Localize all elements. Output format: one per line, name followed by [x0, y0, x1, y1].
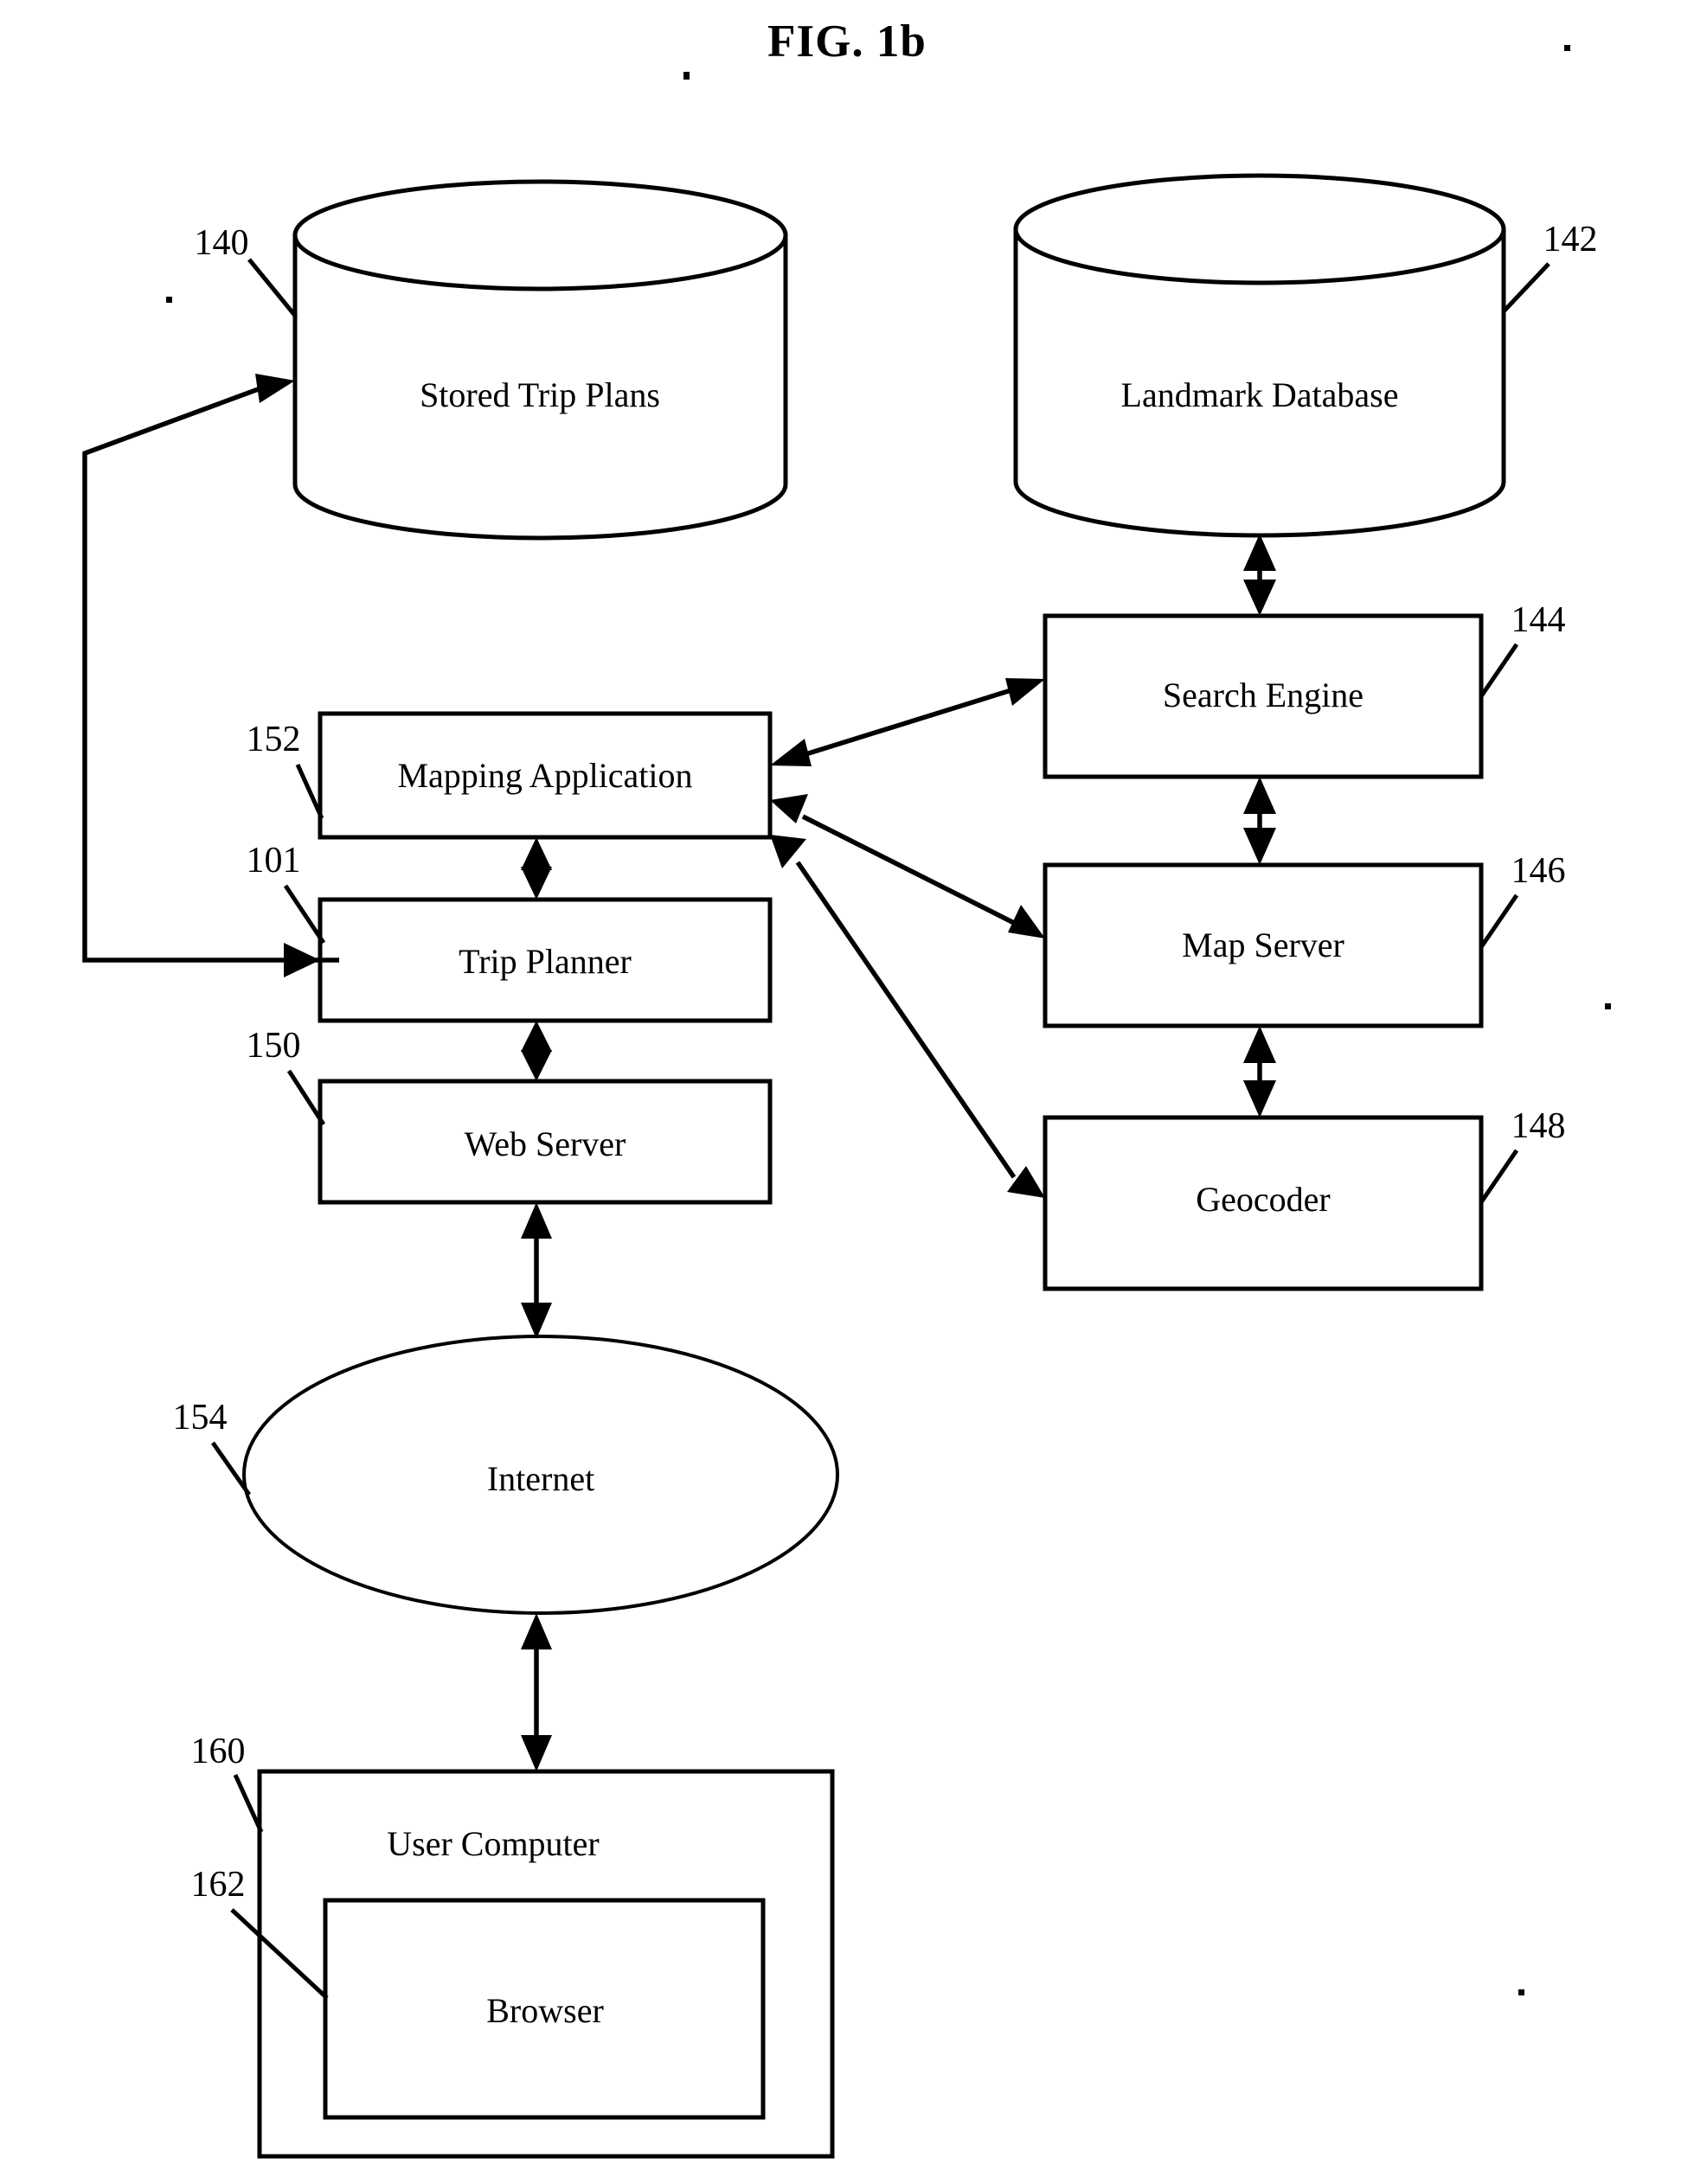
arrowhead-to-web-server [521, 1050, 552, 1081]
node-web-server[interactable]: Web Server [318, 1079, 773, 1205]
node-label-mapping-application: Mapping Application [397, 756, 692, 795]
arrowhead-to-search-engine-3 [1005, 678, 1045, 706]
arrowhead-to-mapping-application-2 [770, 794, 808, 823]
arrowhead-to-web-server-2 [521, 1202, 552, 1239]
node-label-landmark-database: Landmark Database [1121, 375, 1399, 414]
arrowhead-to-search-engine [1243, 580, 1276, 616]
arrowhead-to-mapping-application-1 [770, 739, 812, 766]
figure-title: FIG. 1b [767, 16, 927, 67]
arrowhead-to-trip-planner-3 [521, 1021, 552, 1052]
connector-mapping-application-trip-planner [521, 837, 552, 900]
scan-speck [1605, 1003, 1611, 1009]
node-trip-planner[interactable]: Trip Planner [318, 897, 773, 1023]
connector-search-engine-map-server [1243, 777, 1276, 865]
scan-speck [1564, 45, 1570, 51]
node-mapping-application[interactable]: Mapping Application [318, 711, 773, 840]
leader-line-144 [1479, 643, 1519, 698]
connector-internet-user-computer [521, 1613, 552, 1771]
arrowhead-to-search-engine-2 [1243, 777, 1276, 814]
connector-mapping-application-map-server [770, 794, 1045, 938]
arrowhead-to-geocoder-2 [1007, 1166, 1045, 1198]
arrowhead-to-landmark-database [1243, 534, 1276, 571]
arrowhead-to-internet [521, 1303, 552, 1339]
ref-number-154: 154 [173, 1398, 228, 1438]
arrowhead-to-stored-trip-plans [255, 374, 295, 403]
ref-number-146: 146 [1511, 851, 1566, 891]
connector-landmark-database-search-engine [1243, 534, 1276, 616]
scan-speck [1518, 1989, 1524, 1995]
node-label-web-server: Web Server [465, 1124, 626, 1163]
arrowhead-to-trip-planner [284, 943, 320, 977]
node-landmark-database[interactable]: Landmark Database [1013, 173, 1506, 538]
arrowhead-to-map-server-2 [1243, 1026, 1276, 1063]
arrowhead-to-map-server-3 [1008, 905, 1045, 938]
node-label-geocoder: Geocoder [1196, 1180, 1330, 1219]
arrowhead-to-internet-2 [521, 1613, 552, 1649]
scan-speck [166, 297, 172, 303]
leader-line-140 [247, 258, 298, 318]
leader-line-101 [283, 884, 326, 945]
node-map-server[interactable]: Map Server [1043, 862, 1484, 1028]
node-geocoder[interactable]: Geocoder [1043, 1115, 1484, 1291]
node-label-search-engine: Search Engine [1163, 676, 1364, 714]
node-label-stored-trip-plans: Stored Trip Plans [420, 375, 660, 414]
ref-number-162: 162 [191, 1865, 246, 1905]
ref-number-150: 150 [247, 1026, 301, 1066]
arrowhead-to-trip-planner-2 [521, 867, 552, 900]
leader-line-148 [1479, 1149, 1519, 1204]
leader-line-146 [1479, 893, 1519, 949]
connector-map-server-geocoder [1243, 1026, 1276, 1118]
node-search-engine[interactable]: Search Engine [1043, 613, 1484, 779]
node-label-trip-planner: Trip Planner [459, 942, 632, 981]
node-browser[interactable]: Browser [323, 1898, 766, 2120]
ref-number-142: 142 [1543, 220, 1598, 259]
ref-number-160: 160 [191, 1732, 246, 1771]
ref-number-144: 144 [1511, 600, 1566, 640]
arrowhead-to-mapping-application-4 [521, 837, 552, 870]
arrowhead-to-geocoder [1243, 1080, 1276, 1118]
arrowhead-to-map-server [1243, 828, 1276, 865]
ref-number-140: 140 [195, 223, 249, 263]
connector-mapping-application-geocoder [770, 835, 1045, 1198]
node-internet[interactable]: Internet [242, 1335, 839, 1615]
leader-line-142 [1502, 262, 1550, 313]
ref-number-148: 148 [1511, 1106, 1566, 1146]
ref-number-101: 101 [247, 841, 301, 881]
figure-canvas: FIG. 1b Stored Trip Plans 140 Landmark D… [0, 0, 1694, 2184]
connector-trip-planner-web-server [521, 1021, 552, 1081]
node-label-browser: Browser [486, 1991, 604, 2030]
patent-diagram-svg: FIG. 1b Stored Trip Plans 140 Landmark D… [82, 16, 1611, 2159]
node-stored-trip-plans[interactable]: Stored Trip Plans [292, 179, 788, 541]
connector-mapping-application-search-engine [770, 678, 1045, 766]
node-label-internet: Internet [487, 1459, 594, 1498]
connector-web-server-internet [521, 1202, 552, 1339]
node-label-map-server: Map Server [1182, 925, 1344, 964]
ref-number-152: 152 [247, 720, 301, 759]
node-label-user-computer: User Computer [387, 1824, 600, 1863]
scan-speck [683, 72, 690, 80]
arrowhead-to-user-computer [521, 1735, 552, 1771]
